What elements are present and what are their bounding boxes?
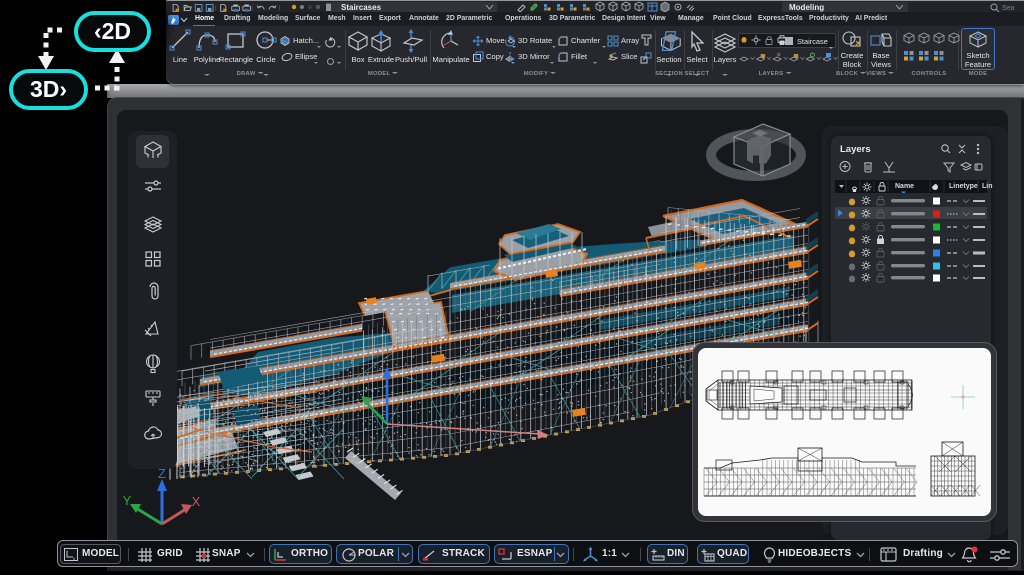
svg-text:Y: Y	[66, 551, 69, 555]
svg-text:X: X	[192, 494, 201, 509]
svg-text:Y: Y	[123, 493, 132, 508]
svg-text:Sea: Sea	[1002, 5, 1015, 12]
